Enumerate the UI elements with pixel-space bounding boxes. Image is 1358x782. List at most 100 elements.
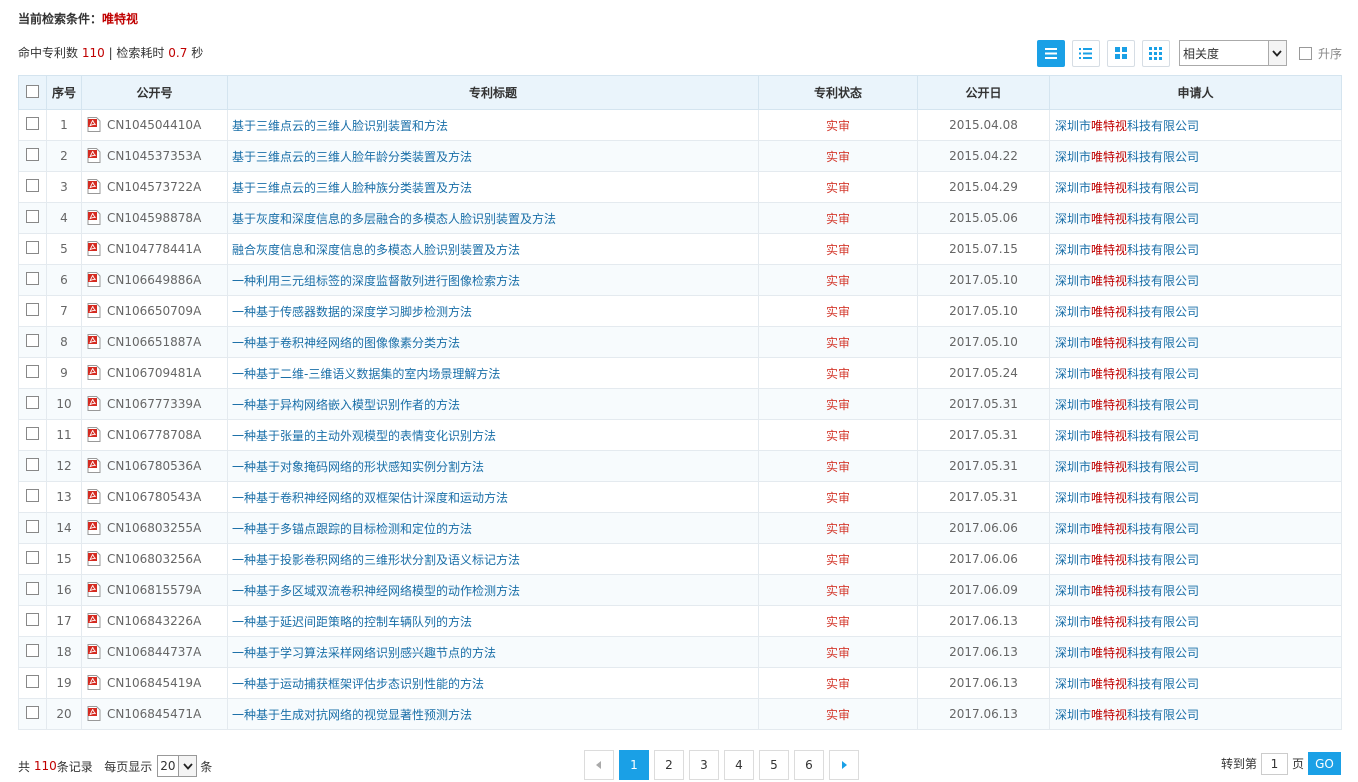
ascending-checkbox[interactable]	[1298, 46, 1312, 60]
pdf-icon[interactable]	[87, 302, 101, 318]
pdf-icon[interactable]	[87, 395, 101, 411]
row-checkbox[interactable]	[26, 241, 39, 254]
patent-title-link[interactable]: 一种基于对象掩码网络的形状感知实例分割方法	[232, 460, 484, 474]
patent-title-link[interactable]: 一种基于卷积神经网络的双框架估计深度和运动方法	[232, 491, 508, 505]
applicant-link[interactable]: 深圳市唯特视科技有限公司	[1055, 646, 1199, 660]
applicant-link[interactable]: 深圳市唯特视科技有限公司	[1055, 708, 1199, 722]
pdf-icon[interactable]	[87, 116, 101, 132]
view-thumbnail-button[interactable]	[1141, 39, 1170, 67]
patent-title-link[interactable]: 一种基于张量的主动外观模型的表情变化识别方法	[232, 429, 496, 443]
row-checkbox[interactable]	[26, 148, 39, 161]
ascending-toggle[interactable]: 升序	[1298, 45, 1342, 62]
row-checkbox[interactable]	[26, 334, 39, 347]
pdf-icon[interactable]	[87, 178, 101, 194]
pdf-icon[interactable]	[87, 581, 101, 597]
select-all-checkbox[interactable]	[26, 84, 39, 98]
patent-title-link[interactable]: 一种基于生成对抗网络的视觉显著性预测方法	[232, 708, 472, 722]
patent-title-link[interactable]: 一种基于卷积神经网络的图像像素分类方法	[232, 336, 460, 350]
applicant-link[interactable]: 深圳市唯特视科技有限公司	[1055, 336, 1199, 350]
publication-cell: CN104598878A	[81, 202, 228, 234]
applicant-link[interactable]: 深圳市唯特视科技有限公司	[1055, 274, 1199, 288]
row-checkbox[interactable]	[26, 675, 39, 688]
applicant-link[interactable]: 深圳市唯特视科技有限公司	[1055, 243, 1199, 257]
row-checkbox[interactable]	[26, 613, 39, 626]
row-checkbox[interactable]	[26, 303, 39, 316]
page-3-button[interactable]: 3	[689, 750, 719, 780]
page-4-button[interactable]: 4	[724, 750, 754, 780]
patent-title-link[interactable]: 一种基于传感器数据的深度学习脚步检测方法	[232, 305, 472, 319]
pdf-icon[interactable]	[87, 457, 101, 473]
view-grid-button[interactable]	[1106, 39, 1135, 67]
row-checkbox[interactable]	[26, 179, 39, 192]
applicant-link[interactable]: 深圳市唯特视科技有限公司	[1055, 398, 1199, 412]
page-2-button[interactable]: 2	[654, 750, 684, 780]
patent-title-link[interactable]: 基于三维点云的三维人脸识别装置和方法	[232, 119, 448, 133]
applicant-link[interactable]: 深圳市唯特视科技有限公司	[1055, 119, 1199, 133]
patent-title-link[interactable]: 一种基于延迟间距策略的控制车辆队列的方法	[232, 615, 472, 629]
prev-page-button[interactable]	[584, 750, 614, 780]
pdf-icon[interactable]	[87, 612, 101, 628]
applicant-link[interactable]: 深圳市唯特视科技有限公司	[1055, 553, 1199, 567]
row-checkbox[interactable]	[26, 396, 39, 409]
pdf-icon[interactable]	[87, 550, 101, 566]
applicant-link[interactable]: 深圳市唯特视科技有限公司	[1055, 150, 1199, 164]
patent-title-link[interactable]: 一种基于投影卷积网络的三维形状分割及语义标记方法	[232, 553, 520, 567]
patent-title-link[interactable]: 一种基于异构网络嵌入模型识别作者的方法	[232, 398, 460, 412]
pdf-icon[interactable]	[87, 519, 101, 535]
applicant-link[interactable]: 深圳市唯特视科技有限公司	[1055, 677, 1199, 691]
row-checkbox[interactable]	[26, 520, 39, 533]
patent-title-link[interactable]: 一种基于运动捕获框架评估步态识别性能的方法	[232, 677, 484, 691]
row-checkbox[interactable]	[26, 551, 39, 564]
row-checkbox[interactable]	[26, 644, 39, 657]
page-6-button[interactable]: 6	[794, 750, 824, 780]
patent-title-link[interactable]: 基于三维点云的三维人脸年龄分类装置及方法	[232, 150, 472, 164]
applicant-link[interactable]: 深圳市唯特视科技有限公司	[1055, 615, 1199, 629]
patent-title-link[interactable]: 基于灰度和深度信息的多层融合的多模态人脸识别装置及方法	[232, 212, 556, 226]
applicant-link[interactable]: 深圳市唯特视科技有限公司	[1055, 522, 1199, 536]
applicant-link[interactable]: 深圳市唯特视科技有限公司	[1055, 460, 1199, 474]
row-checkbox[interactable]	[26, 210, 39, 223]
go-button[interactable]: GO	[1308, 752, 1341, 775]
row-checkbox[interactable]	[26, 458, 39, 471]
pdf-icon[interactable]	[87, 705, 101, 721]
next-page-button[interactable]	[829, 750, 859, 780]
pdf-icon[interactable]	[87, 364, 101, 380]
applicant-link[interactable]: 深圳市唯特视科技有限公司	[1055, 305, 1199, 319]
sort-select[interactable]: 相关度	[1178, 40, 1287, 66]
page-5-button[interactable]: 5	[759, 750, 789, 780]
pdf-icon[interactable]	[87, 674, 101, 690]
row-checkbox[interactable]	[26, 582, 39, 595]
row-checkbox[interactable]	[26, 365, 39, 378]
pdf-icon[interactable]	[87, 488, 101, 504]
pdf-icon[interactable]	[87, 643, 101, 659]
pdf-icon[interactable]	[87, 240, 101, 256]
row-checkbox[interactable]	[26, 706, 39, 719]
view-detail-button[interactable]	[1036, 39, 1065, 67]
patent-title-link[interactable]: 一种基于二维-三维语义数据集的室内场景理解方法	[232, 367, 500, 381]
pdf-icon[interactable]	[87, 209, 101, 225]
per-page-select[interactable]: 20	[157, 755, 198, 777]
applicant-link[interactable]: 深圳市唯特视科技有限公司	[1055, 181, 1199, 195]
applicant-link[interactable]: 深圳市唯特视科技有限公司	[1055, 367, 1199, 381]
pdf-icon[interactable]	[87, 333, 101, 349]
view-compact-button[interactable]	[1071, 39, 1100, 67]
patent-title-link[interactable]: 基于三维点云的三维人脸种族分类装置及方法	[232, 181, 472, 195]
applicant-link[interactable]: 深圳市唯特视科技有限公司	[1055, 584, 1199, 598]
pdf-icon[interactable]	[87, 147, 101, 163]
applicant-link[interactable]: 深圳市唯特视科技有限公司	[1055, 429, 1199, 443]
patent-title-link[interactable]: 融合灰度信息和深度信息的多模态人脸识别装置及方法	[232, 243, 520, 257]
row-checkbox[interactable]	[26, 272, 39, 285]
applicant-link[interactable]: 深圳市唯特视科技有限公司	[1055, 212, 1199, 226]
patent-title-link[interactable]: 一种利用三元组标签的深度监督散列进行图像检索方法	[232, 274, 520, 288]
pdf-icon[interactable]	[87, 426, 101, 442]
row-checkbox[interactable]	[26, 489, 39, 502]
row-checkbox[interactable]	[26, 427, 39, 440]
row-checkbox[interactable]	[26, 117, 39, 130]
goto-page-input[interactable]: 1	[1260, 752, 1288, 775]
patent-title-link[interactable]: 一种基于学习算法采样网络识别感兴趣节点的方法	[232, 646, 496, 660]
applicant-link[interactable]: 深圳市唯特视科技有限公司	[1055, 491, 1199, 505]
pdf-icon[interactable]	[87, 271, 101, 287]
page-1-button[interactable]: 1	[619, 750, 649, 780]
patent-title-link[interactable]: 一种基于多锚点跟踪的目标检测和定位的方法	[232, 522, 472, 536]
patent-title-link[interactable]: 一种基于多区域双流卷积神经网络模型的动作检测方法	[232, 584, 520, 598]
